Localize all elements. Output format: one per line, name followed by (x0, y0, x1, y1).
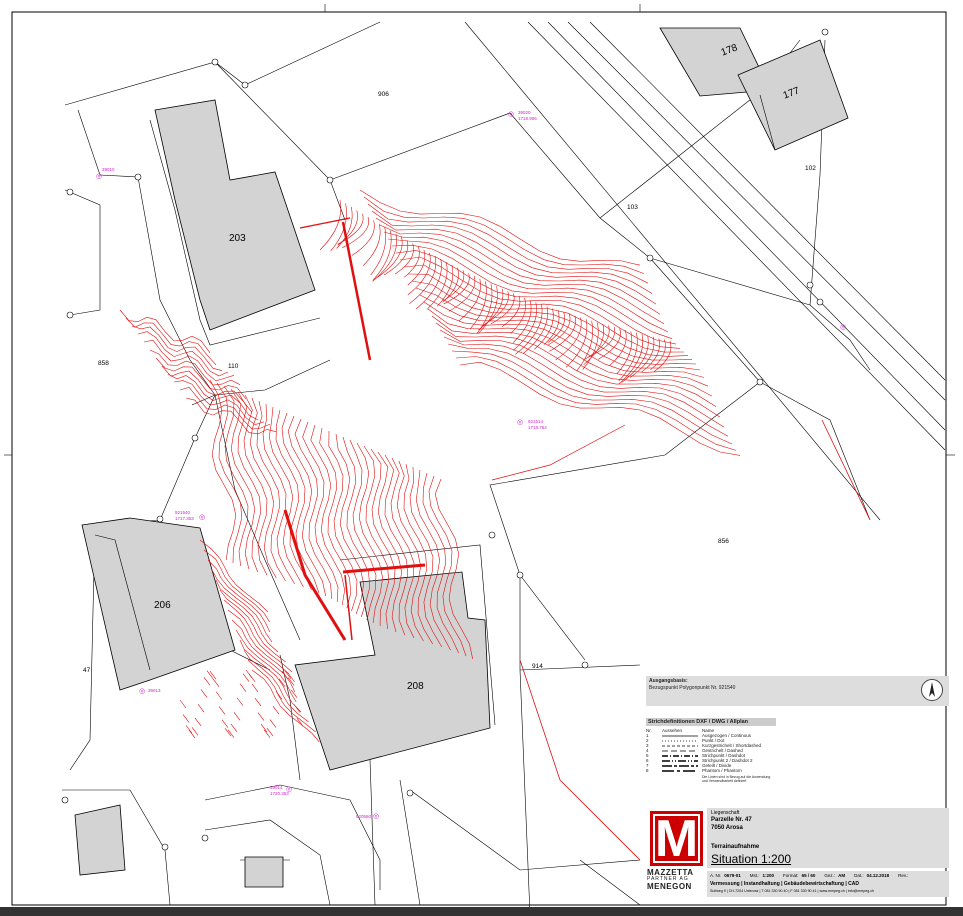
legend-line-sample (662, 769, 698, 772)
title-situation: Situation 1:200 (711, 852, 792, 866)
point-height-921540: 1717.353 (175, 516, 194, 521)
point-label-39020: 39020 (518, 110, 531, 115)
legend-line-sample (662, 759, 698, 762)
meta-dat: 04.12.2018 (866, 873, 890, 878)
point-icon: ◎ (373, 813, 380, 820)
legend-line-sample (662, 750, 698, 751)
parcel-label-858: 858 (98, 360, 109, 367)
building-label-206: 206 (154, 600, 171, 611)
parcel-label-110: 110 (228, 363, 239, 370)
logo-letter: M (654, 809, 699, 868)
logo-line3: MENEGON (647, 882, 692, 891)
meta-services: Vermessung | Instandhaltung | Gebäudebew… (710, 881, 859, 887)
point-label-921540: 921540 (175, 510, 191, 515)
title-survey: Terrainaufnahme (711, 844, 760, 850)
logo-line1: MAZZETTA (647, 868, 694, 877)
parcel-label-47: 47 (83, 667, 91, 674)
title-block-meta: A. Nr. 0679-01 Mst.: 1:200 Format: 65 / … (707, 871, 949, 897)
building-label-178: 178 (719, 42, 740, 59)
bottom-bar (0, 907, 963, 916)
basis-text: Bezugspunkt Polygonpunkt Nr. 921540 (649, 685, 736, 691)
point-height-39014: 1720.353 (270, 791, 289, 796)
legend-line-sample (662, 754, 698, 757)
title-parcel: Parzelle Nr. 47 (711, 817, 752, 823)
meta-gez-label: Gez.: (824, 873, 836, 878)
meta-auftrag: 0679-01 (724, 873, 741, 878)
meta-mst-label: Mst.: (749, 873, 760, 878)
legend-line-sample (662, 735, 698, 736)
parcel-label-906: 906 (378, 91, 389, 98)
legend-row: 8 Phantom / Phantom (646, 768, 776, 773)
meta-dat-label: Dat.: (854, 873, 864, 878)
point-icon: ◎ (139, 688, 146, 695)
legend-line-sample (662, 740, 698, 741)
legend-line-sample (662, 764, 698, 767)
legend-title: Strichdefinitionen DXF / DWG / Allplan (646, 718, 776, 726)
point-icon: ◎ (199, 514, 206, 521)
legend-row-nr: 8 (646, 768, 649, 773)
point-label-921514: 921514 (528, 419, 544, 424)
point-label-39014: 39014 (270, 785, 283, 790)
survey-sheet: 178 177 203 206 208 906 103 102 858 110 … (0, 0, 963, 916)
point-icon: ◎ (96, 173, 103, 180)
meta-format: 65 / 60 (801, 873, 816, 878)
title-label-liegenschaft: Liegenschaft (711, 810, 740, 816)
company-logo: M (650, 809, 703, 868)
parcel-label-914: 914 (532, 663, 543, 670)
reference-basis-box: Ausgangsbasis: Bezugspunkt Polygonpunkt … (646, 676, 949, 706)
parcel-label-103: 103 (627, 204, 638, 211)
meta-format-label: Format: (783, 873, 799, 878)
meta-rev-label: Rev.: (898, 873, 909, 878)
parcel-label-856: 856 (718, 538, 729, 545)
title-place: 7050 Arosa (711, 825, 743, 831)
line-legend: Strichdefinitionen DXF / DWG / Allplan N… (646, 718, 776, 783)
title-block-info: Liegenschaft Parzelle Nr. 47 7050 Arosa … (707, 808, 949, 868)
legend-line-sample (662, 745, 698, 746)
building-label-177: 177 (781, 85, 802, 102)
point-icon: ◎ (508, 111, 515, 118)
building-label-203: 203 (229, 233, 246, 244)
parcel-label-102: 102 (805, 165, 816, 172)
point-label-920560: 920560 (356, 814, 372, 819)
legend-note: Die Linien sind in Bezug auf die Anwendu… (702, 775, 771, 783)
meta-auftrag-label: A. Nr. (710, 873, 722, 878)
legend-row-name: Phantom / Phantom (702, 768, 742, 773)
point-label-39013: 39013 (148, 688, 161, 693)
meta-mst: 1:200 (762, 873, 775, 878)
point-icon: ◎ (517, 419, 524, 426)
meta-gez: AM (838, 873, 846, 878)
point-icon: ◎ (840, 324, 847, 331)
meta-address: Sulfweg 9 | CH-7204 Untervaz | T 081 330… (710, 889, 874, 893)
building-label-208: 208 (407, 681, 424, 692)
north-arrow-icon (921, 679, 943, 701)
point-height-921514: 1718.764 (528, 425, 547, 430)
map-labels: 178 177 203 206 208 906 103 102 858 110 … (0, 0, 963, 916)
point-label-39010: 39010 (102, 167, 115, 172)
legend-col-look: Aussehen (662, 728, 683, 733)
point-height-39020: 1718.906 (518, 116, 537, 121)
company-name: MAZZETTA PARTNER AG MENEGON (647, 868, 709, 891)
basis-title: Ausgangsbasis: (649, 678, 688, 684)
